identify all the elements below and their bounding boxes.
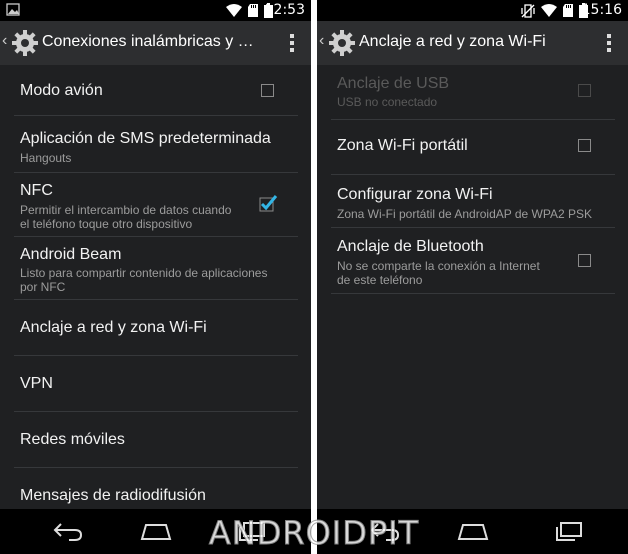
recent-apps-icon[interactable] <box>236 521 266 541</box>
item-label: Mensajes de radiodifusión <box>20 487 206 504</box>
home-icon[interactable] <box>457 521 489 541</box>
list-item-portable-hotspot[interactable]: Zona Wi-Fi portátil <box>317 119 628 174</box>
item-summary-line2: de este teléfono <box>337 273 423 287</box>
sd-card-icon <box>563 4 573 17</box>
item-label: Redes móviles <box>20 431 125 448</box>
item-label: Anclaje de USB <box>337 75 450 92</box>
action-bar: ‹ Anclaje a red y zona Wi-Fi <box>317 21 628 65</box>
vibrate-icon <box>521 3 535 18</box>
recent-apps-icon[interactable] <box>553 521 583 541</box>
back-caret-icon[interactable]: ‹ <box>2 32 7 50</box>
item-summary: Permitir el intercambio de datos cuando <box>20 203 232 217</box>
item-summary: Listo para compartir contenido de aplica… <box>20 266 268 280</box>
back-caret-icon[interactable]: ‹ <box>319 32 324 50</box>
list-item-modo-avion[interactable]: Modo avión <box>0 65 311 115</box>
home-icon[interactable] <box>140 521 172 541</box>
status-time: 15:16 <box>581 2 622 18</box>
list-item-sms-app[interactable]: Aplicación de SMS predeterminada Hangout… <box>0 115 311 172</box>
item-label: Configurar zona Wi-Fi <box>337 186 493 203</box>
overflow-menu-icon[interactable] <box>606 33 612 53</box>
list-item-configure-hotspot[interactable]: Configurar zona Wi-Fi Zona Wi-Fi portáti… <box>317 174 628 227</box>
item-label: Anclaje a red y zona Wi-Fi <box>20 319 207 336</box>
item-summary-line2: por NFC <box>20 280 66 294</box>
list-item-nfc[interactable]: NFC Permitir el intercambio de datos cua… <box>0 172 311 235</box>
item-label: VPN <box>20 375 53 392</box>
item-summary: USB no conectado <box>337 95 438 109</box>
settings-gear-icon[interactable] <box>12 30 38 56</box>
back-icon[interactable] <box>370 521 400 541</box>
image-icon <box>6 3 20 16</box>
usb-tethering-checkbox <box>578 84 591 97</box>
status-bar: 15:16 <box>317 0 628 21</box>
page-title: Conexiones inalámbricas y r... <box>42 33 254 50</box>
item-summary-line2: el teléfono toque otro dispositivo <box>20 217 193 231</box>
list-item-mobile-networks[interactable]: Redes móviles <box>0 411 311 467</box>
navigation-bar <box>0 509 311 554</box>
item-label: Aplicación de SMS predeterminada <box>20 130 271 147</box>
left-screen: 12:53 ‹ Conexiones inalámbricas y r... M… <box>0 0 311 554</box>
back-icon[interactable] <box>53 521 83 541</box>
list-item-android-beam[interactable]: Android Beam Listo para compartir conten… <box>0 236 311 299</box>
nfc-checkbox[interactable] <box>259 194 278 212</box>
portable-hotspot-checkbox[interactable] <box>578 139 591 152</box>
page-title: Anclaje a red y zona Wi-Fi <box>359 33 546 50</box>
airplane-mode-checkbox[interactable] <box>261 84 274 97</box>
bluetooth-tethering-checkbox[interactable] <box>578 254 591 267</box>
list-item-vpn[interactable]: VPN <box>0 355 311 411</box>
settings-gear-icon[interactable] <box>329 30 355 56</box>
list-item-tethering[interactable]: Anclaje a red y zona Wi-Fi <box>0 299 311 355</box>
item-summary: No se comparte la conexión a Internet <box>337 259 540 273</box>
item-label: Zona Wi-Fi portátil <box>337 137 468 154</box>
status-bar: 12:53 <box>0 0 311 21</box>
item-label: Anclaje de Bluetooth <box>337 238 484 255</box>
overflow-menu-icon[interactable] <box>289 33 295 53</box>
sd-card-icon <box>248 4 258 17</box>
navigation-bar <box>317 509 628 554</box>
right-screen: 15:16 ‹ Anclaje a red y zona Wi-Fi Ancla… <box>317 0 628 554</box>
list-item-bluetooth-tethering[interactable]: Anclaje de Bluetooth No se comparte la c… <box>317 227 628 293</box>
list-item-usb-tethering: Anclaje de USB USB no conectado <box>317 65 628 119</box>
item-summary: Hangouts <box>20 151 72 165</box>
item-label: Android Beam <box>20 246 122 263</box>
wifi-icon <box>541 4 557 17</box>
item-label: Modo avión <box>20 82 103 99</box>
item-label: NFC <box>20 182 53 199</box>
wifi-icon <box>226 4 242 17</box>
status-time: 12:53 <box>264 2 305 18</box>
divider <box>331 293 615 294</box>
action-bar: ‹ Conexiones inalámbricas y r... <box>0 21 311 65</box>
list-item-cell-broadcasts[interactable]: Mensajes de radiodifusión <box>0 467 311 511</box>
item-summary: Zona Wi-Fi portátil de AndroidAP de WPA2… <box>337 207 593 221</box>
